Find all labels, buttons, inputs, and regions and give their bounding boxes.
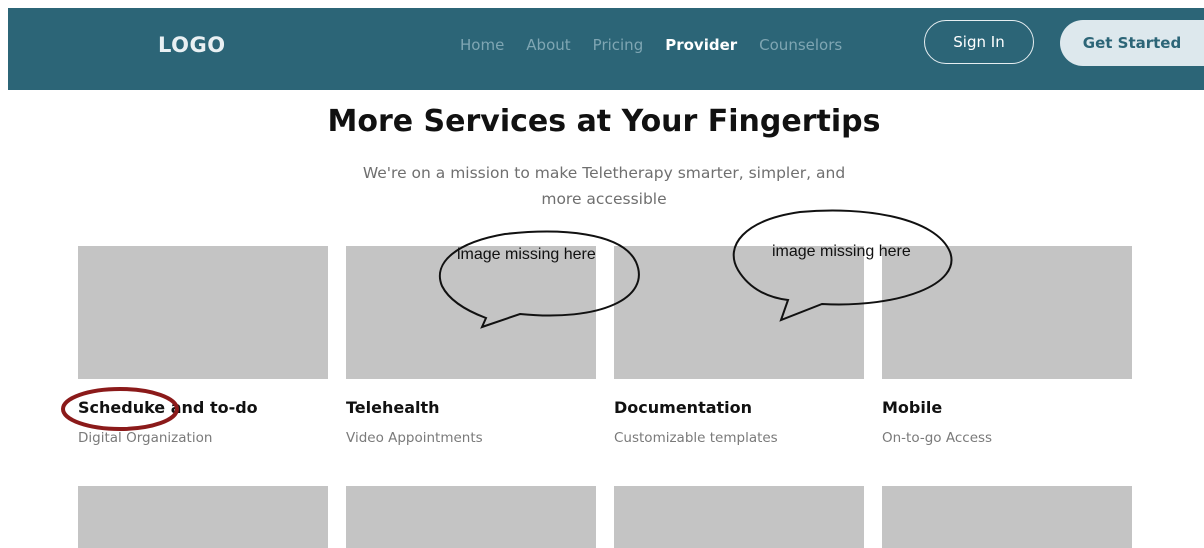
service-subtitle-schedule: Digital Organization: [78, 430, 213, 446]
service-subtitle-documentation: Customizable templates: [614, 430, 778, 446]
logo[interactable]: LOGO: [158, 8, 226, 82]
nav-links: Home About Pricing Provider Counselors: [460, 8, 864, 82]
nav-link-about[interactable]: About: [526, 36, 570, 54]
page-title: More Services at Your Fingertips: [327, 104, 881, 139]
nav-link-provider[interactable]: Provider: [665, 36, 737, 54]
subtitle-line-1: We're on a mission to make Teletherapy s…: [362, 164, 846, 182]
service-subtitle-mobile: On-to-go Access: [882, 430, 993, 446]
service-image-placeholder: [78, 486, 328, 548]
navbar: LOGO Home About Pricing Provider Counsel…: [8, 8, 1204, 90]
nav-link-counselors[interactable]: Counselors: [759, 36, 842, 54]
service-image-placeholder: [882, 246, 1132, 379]
subtitle-line-2: more accessible: [541, 190, 667, 208]
service-image-placeholder: [614, 486, 864, 548]
service-image-placeholder: [346, 246, 596, 379]
annotation-text-2: image missing here: [772, 243, 911, 260]
service-title-mobile[interactable]: Mobile: [882, 398, 942, 417]
sign-in-button[interactable]: Sign In: [924, 20, 1034, 64]
nav-link-home[interactable]: Home: [460, 36, 504, 54]
service-title-telehealth[interactable]: Telehealth: [346, 398, 440, 417]
service-title-documentation[interactable]: Documentation: [614, 398, 752, 417]
service-image-placeholder: [614, 246, 864, 379]
service-title-schedule[interactable]: Scheduke and to-do: [78, 398, 258, 417]
service-image-placeholder: [78, 246, 328, 379]
annotation-text-1: image missing here: [457, 246, 596, 263]
page-subtitle: We're on a mission to make Teletherapy s…: [334, 160, 874, 212]
service-subtitle-telehealth: Video Appointments: [346, 430, 483, 446]
service-image-placeholder: [882, 486, 1132, 548]
get-started-button[interactable]: Get Started: [1060, 20, 1204, 66]
service-image-placeholder: [346, 486, 596, 548]
nav-link-pricing[interactable]: Pricing: [593, 36, 644, 54]
